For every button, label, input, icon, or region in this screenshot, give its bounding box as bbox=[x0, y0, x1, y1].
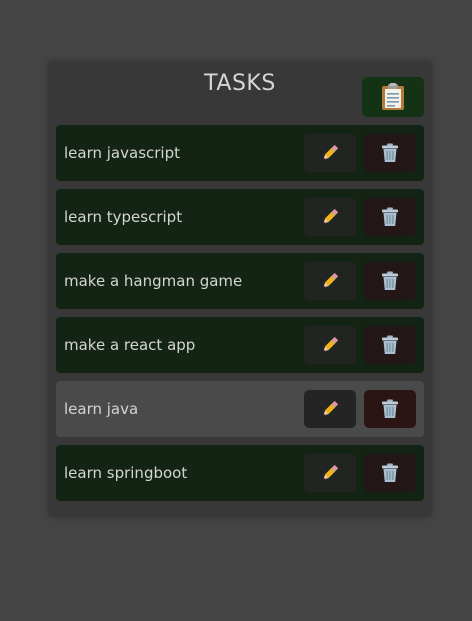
task-item[interactable]: make a hangman game bbox=[56, 253, 424, 309]
delete-task-button[interactable] bbox=[364, 198, 416, 236]
task-label: learn springboot bbox=[64, 464, 188, 482]
task-list: learn javascript learn typescript make a… bbox=[56, 125, 424, 509]
edit-task-button[interactable] bbox=[304, 326, 356, 364]
trash-icon bbox=[381, 463, 399, 483]
clipboard-icon bbox=[380, 83, 406, 111]
pencil-icon bbox=[320, 399, 340, 419]
trash-icon bbox=[381, 271, 399, 291]
pencil-icon bbox=[320, 207, 340, 227]
delete-task-button[interactable] bbox=[364, 454, 416, 492]
edit-task-button[interactable] bbox=[304, 134, 356, 172]
task-label: learn typescript bbox=[64, 208, 183, 226]
task-item[interactable]: learn javascript bbox=[56, 125, 424, 181]
task-label: learn javascript bbox=[64, 144, 180, 162]
task-item[interactable]: make a react app bbox=[56, 317, 424, 373]
pencil-icon bbox=[320, 143, 340, 163]
delete-task-button[interactable] bbox=[364, 262, 416, 300]
task-item[interactable]: learn springboot bbox=[56, 445, 424, 501]
pencil-icon bbox=[320, 335, 340, 355]
task-item[interactable]: learn typescript bbox=[56, 189, 424, 245]
pencil-icon bbox=[320, 271, 340, 291]
delete-task-button[interactable] bbox=[364, 134, 416, 172]
task-item[interactable]: learn java bbox=[56, 381, 424, 437]
add-task-button[interactable] bbox=[362, 77, 424, 117]
trash-icon bbox=[381, 207, 399, 227]
edit-task-button[interactable] bbox=[304, 390, 356, 428]
edit-task-button[interactable] bbox=[304, 454, 356, 492]
delete-task-button[interactable] bbox=[364, 326, 416, 364]
pencil-icon bbox=[320, 463, 340, 483]
trash-icon bbox=[381, 399, 399, 419]
trash-icon bbox=[381, 335, 399, 355]
task-label: make a hangman game bbox=[64, 272, 243, 290]
trash-icon bbox=[381, 143, 399, 163]
delete-task-button[interactable] bbox=[364, 390, 416, 428]
task-label: make a react app bbox=[64, 336, 196, 354]
task-label: learn java bbox=[64, 400, 139, 418]
tasks-panel: TASKS learn javascript learn typescript … bbox=[48, 61, 432, 517]
edit-task-button[interactable] bbox=[304, 198, 356, 236]
edit-task-button[interactable] bbox=[304, 262, 356, 300]
